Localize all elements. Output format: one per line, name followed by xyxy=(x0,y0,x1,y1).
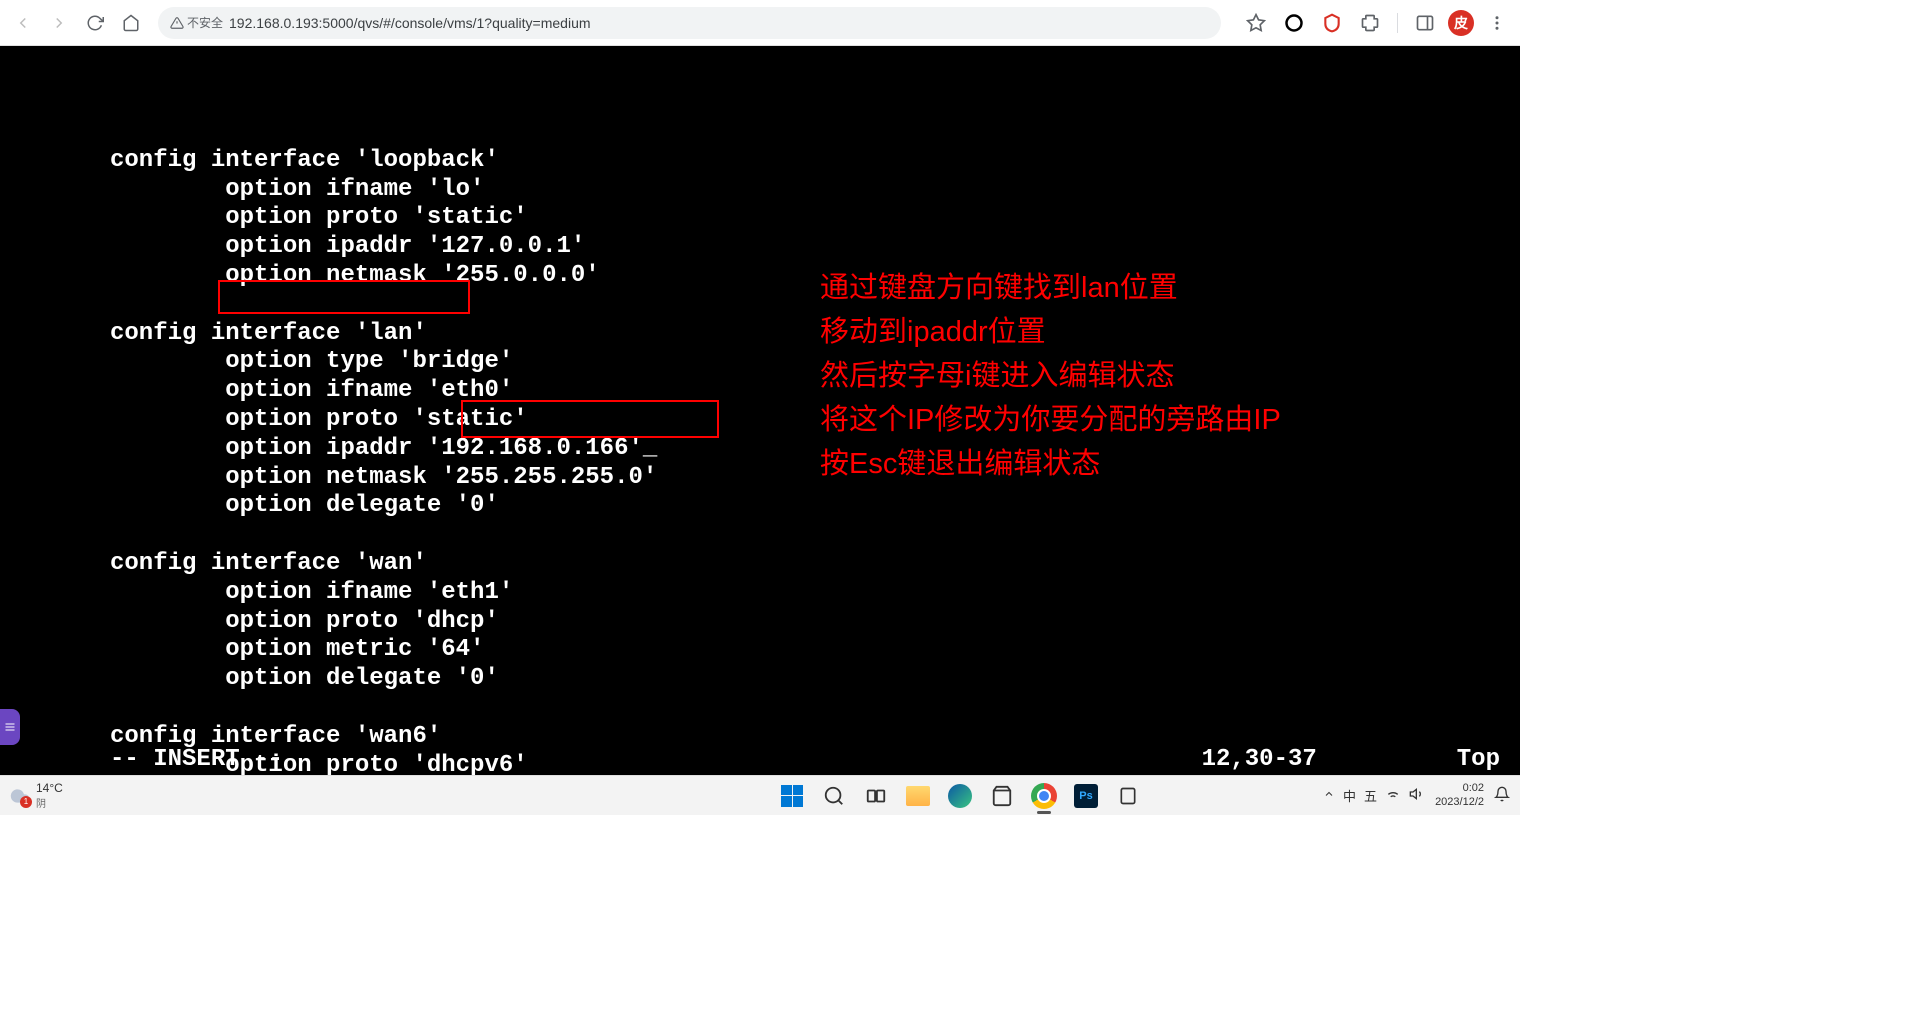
time-text: 0:02 xyxy=(1435,782,1484,795)
weather-icon: 1 xyxy=(10,786,30,806)
security-label: 不安全 xyxy=(187,14,223,31)
weather-widget[interactable]: 1 14°C 阴 xyxy=(10,781,63,810)
reload-button[interactable] xyxy=(80,8,110,38)
active-indicator xyxy=(1037,811,1051,814)
chrome-icon xyxy=(1031,783,1057,809)
weather-notify-badge: 1 xyxy=(20,796,32,808)
volume-icon[interactable] xyxy=(1409,786,1425,805)
chrome-button[interactable] xyxy=(1025,777,1063,815)
cfg-wan-metric: option metric '64' xyxy=(110,636,484,663)
date-text: 2023/12/2 xyxy=(1435,796,1484,809)
menu-button[interactable] xyxy=(1482,8,1512,38)
annotation-line-4: 将这个IP修改为你要分配的旁路由IP xyxy=(820,398,1281,442)
photoshop-icon: Ps xyxy=(1074,784,1098,808)
start-button[interactable] xyxy=(773,777,811,815)
security-badge: 不安全 xyxy=(170,14,223,31)
system-tray: 中 五 0:02 2023/12/2 xyxy=(1323,782,1510,808)
forward-button[interactable] xyxy=(44,8,74,38)
cfg-loopback-proto: option proto 'static' xyxy=(110,204,528,231)
wifi-icon[interactable] xyxy=(1385,786,1401,805)
store-button[interactable] xyxy=(983,777,1021,815)
cfg-wan-ifname: option ifname 'eth1' xyxy=(110,579,513,606)
tray-chevron[interactable] xyxy=(1323,788,1335,803)
app-button[interactable] xyxy=(1109,777,1147,815)
cfg-lan-ipaddr: option ipaddr '192.168.0.166'_ xyxy=(110,435,657,462)
file-explorer-button[interactable] xyxy=(899,777,937,815)
home-button[interactable] xyxy=(116,8,146,38)
cfg-lan-proto: option proto 'static' xyxy=(110,406,528,433)
opera-icon[interactable] xyxy=(1279,8,1309,38)
search-button[interactable] xyxy=(815,777,853,815)
task-view-button[interactable] xyxy=(857,777,895,815)
browser-toolbar: 不安全 192.168.0.193:5000/qvs/#/console/vms… xyxy=(0,0,1520,46)
cfg-lan-header: config interface 'lan' xyxy=(110,320,427,347)
page-content: config interface 'loopback' option ifnam… xyxy=(0,46,1520,775)
clock[interactable]: 0:02 2023/12/2 xyxy=(1435,782,1484,808)
ime-lang[interactable]: 中 xyxy=(1343,786,1356,805)
annotation-line-1: 通过键盘方向键找到lan位置 xyxy=(820,266,1281,310)
ime-method[interactable]: 五 xyxy=(1364,786,1377,805)
edge-button[interactable] xyxy=(941,777,979,815)
cfg-wan-header: config interface 'wan' xyxy=(110,550,427,577)
photoshop-button[interactable]: Ps xyxy=(1067,777,1105,815)
folder-icon xyxy=(906,786,930,806)
annotation-line-5: 按Esc键退出编辑状态 xyxy=(820,442,1281,486)
cfg-loopback-netmask: option netmask '255.0.0.0' xyxy=(110,262,600,289)
cfg-lan-delegate: option delegate '0' xyxy=(110,492,499,519)
back-button[interactable] xyxy=(8,8,38,38)
cfg-lan-ifname: option ifname 'eth0' xyxy=(110,377,513,404)
windows-taskbar: 1 14°C 阴 Ps xyxy=(0,775,1520,815)
vi-status-line: -- INSERT -- 12,30-37 Top xyxy=(110,746,1500,773)
cfg-loopback-ifname: option ifname 'lo' xyxy=(110,176,484,203)
instruction-annotations: 通过键盘方向键找到lan位置 移动到ipaddr位置 然后按字母i键进入编辑状态… xyxy=(820,266,1281,486)
vi-mode: -- INSERT -- xyxy=(110,746,283,773)
annotation-line-3: 然后按字母i键进入编辑状态 xyxy=(820,354,1281,398)
profile-avatar[interactable]: 皮 xyxy=(1448,10,1474,36)
cfg-wan-proto: option proto 'dhcp' xyxy=(110,608,499,635)
toolbar-divider xyxy=(1397,13,1398,33)
vi-scroll-pos: Top xyxy=(1457,746,1500,773)
edge-icon xyxy=(948,784,972,808)
sidepanel-button[interactable] xyxy=(1410,8,1440,38)
notifications-icon[interactable] xyxy=(1494,786,1510,805)
address-bar[interactable]: 不安全 192.168.0.193:5000/qvs/#/console/vms… xyxy=(158,7,1221,39)
taskbar-center: Ps xyxy=(773,777,1147,815)
cfg-lan-type: option type 'bridge' xyxy=(110,348,513,375)
annotation-line-2: 移动到ipaddr位置 xyxy=(820,310,1281,354)
weather-desc: 阴 xyxy=(36,795,63,810)
cfg-wan-delegate: option delegate '0' xyxy=(110,665,499,692)
terminal-output[interactable]: config interface 'loopback' option ifnam… xyxy=(110,118,657,775)
vi-cursor-pos: 12,30-37 xyxy=(1202,746,1317,773)
cfg-loopback-header: config interface 'loopback' xyxy=(110,147,499,174)
extensions-button[interactable] xyxy=(1355,8,1385,38)
windows-logo-icon xyxy=(781,785,803,807)
bookmark-button[interactable] xyxy=(1241,8,1271,38)
url-text: 192.168.0.193:5000/qvs/#/console/vms/1?q… xyxy=(229,15,591,31)
side-panel-tab[interactable] xyxy=(0,709,20,745)
ublock-icon[interactable] xyxy=(1317,8,1347,38)
cfg-lan-netmask: option netmask '255.255.255.0' xyxy=(110,464,657,491)
weather-temp: 14°C xyxy=(36,781,63,795)
cfg-loopback-ipaddr: option ipaddr '127.0.0.1' xyxy=(110,233,585,260)
